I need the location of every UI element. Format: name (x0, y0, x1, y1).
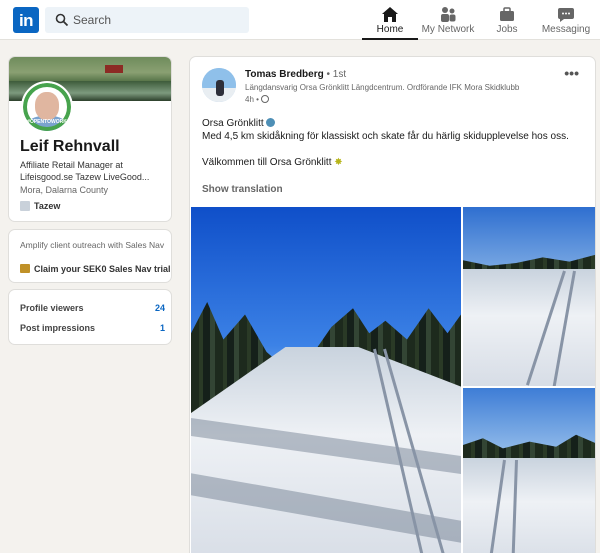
nav-messaging[interactable]: Messaging (538, 0, 594, 40)
profile-avatar[interactable]: #OPENTOWORK (21, 81, 73, 133)
more-options-button[interactable]: ••• (564, 65, 579, 81)
stat-post-impressions[interactable]: Post impressions 1 (20, 323, 165, 333)
feed-post: Tomas Bredberg • 1st Längdansvarig Orsa … (189, 56, 596, 553)
stat-profile-viewers[interactable]: Profile viewers 24 (20, 303, 165, 313)
premium-icon (20, 264, 30, 273)
show-translation-button[interactable]: Show translation (202, 184, 283, 195)
sparkle-icon: ✸ (334, 157, 343, 168)
search-box[interactable] (45, 7, 249, 33)
profile-company-label: Tazew (34, 201, 61, 211)
nav-jobs[interactable]: Jobs (481, 0, 533, 40)
search-input[interactable] (73, 10, 243, 30)
profile-headline: Affiliate Retail Manager at Lifeisgood.s… (20, 160, 150, 182)
company-icon (20, 201, 30, 211)
post-photo-2[interactable] (463, 207, 595, 386)
nav-home-label: Home (376, 24, 404, 35)
search-icon (55, 13, 69, 27)
profile-location: Mora, Dalarna County (20, 185, 109, 195)
promo-text: Amplify client outreach with Sales Nav (20, 240, 165, 250)
post-text: Orsa Grönklitt Med 4,5 km skidåkning för… (202, 117, 592, 169)
post-photo-main[interactable] (191, 207, 461, 553)
home-icon (382, 7, 398, 22)
post-line-2: Med 4,5 km skidåkning för klassiskt och … (202, 131, 569, 142)
post-line-3: Välkommen till Orsa Grönklitt (202, 157, 332, 168)
post-time-label: 4h • (245, 95, 259, 104)
profile-name[interactable]: Leif Rehnvall (20, 138, 120, 156)
promo-link[interactable]: Claim your SEK0 Sales Nav trial (20, 264, 171, 274)
nav-messaging-label: Messaging (541, 24, 591, 35)
post-author[interactable]: Tomas Bredberg • 1st (245, 69, 346, 80)
profile-stats: Profile viewers 24 Post impressions 1 (8, 289, 172, 345)
nav-my-network[interactable]: My Network (420, 0, 476, 40)
promo-link-label: Claim your SEK0 Sales Nav trial (34, 264, 171, 274)
linkedin-logo[interactable]: in (13, 7, 39, 33)
network-icon (441, 7, 456, 22)
nav-jobs-label: Jobs (496, 24, 518, 35)
stat-value: 24 (154, 303, 165, 313)
snowflake-icon (265, 118, 275, 127)
nav-my-network-label: My Network (421, 24, 475, 35)
nav-home[interactable]: Home (362, 0, 418, 40)
open-to-work-badge: #OPENTOWORK (27, 119, 67, 125)
stat-label: Profile viewers (20, 303, 84, 313)
post-photo-3[interactable] (463, 388, 595, 553)
post-line-1: Orsa Grönklitt (202, 118, 264, 129)
author-avatar[interactable] (202, 68, 236, 102)
globe-icon (261, 95, 270, 103)
top-nav: in Home My Network Jobs Messaging (0, 0, 600, 40)
briefcase-icon (500, 7, 514, 21)
post-time: 4h • (245, 95, 270, 104)
author-name: Tomas Bredberg (245, 69, 324, 80)
stat-label: Post impressions (20, 323, 96, 333)
profile-company[interactable]: Tazew (20, 201, 60, 211)
profile-card: #OPENTOWORK Leif Rehnvall Affiliate Reta… (8, 56, 172, 222)
connection-degree: • 1st (326, 69, 347, 80)
author-headline: Längdansvarig Orsa Grönklitt Längdcentru… (245, 83, 520, 92)
messaging-icon (558, 8, 574, 22)
sales-nav-promo: Amplify client outreach with Sales Nav C… (8, 229, 172, 283)
stat-value: 1 (159, 323, 165, 333)
